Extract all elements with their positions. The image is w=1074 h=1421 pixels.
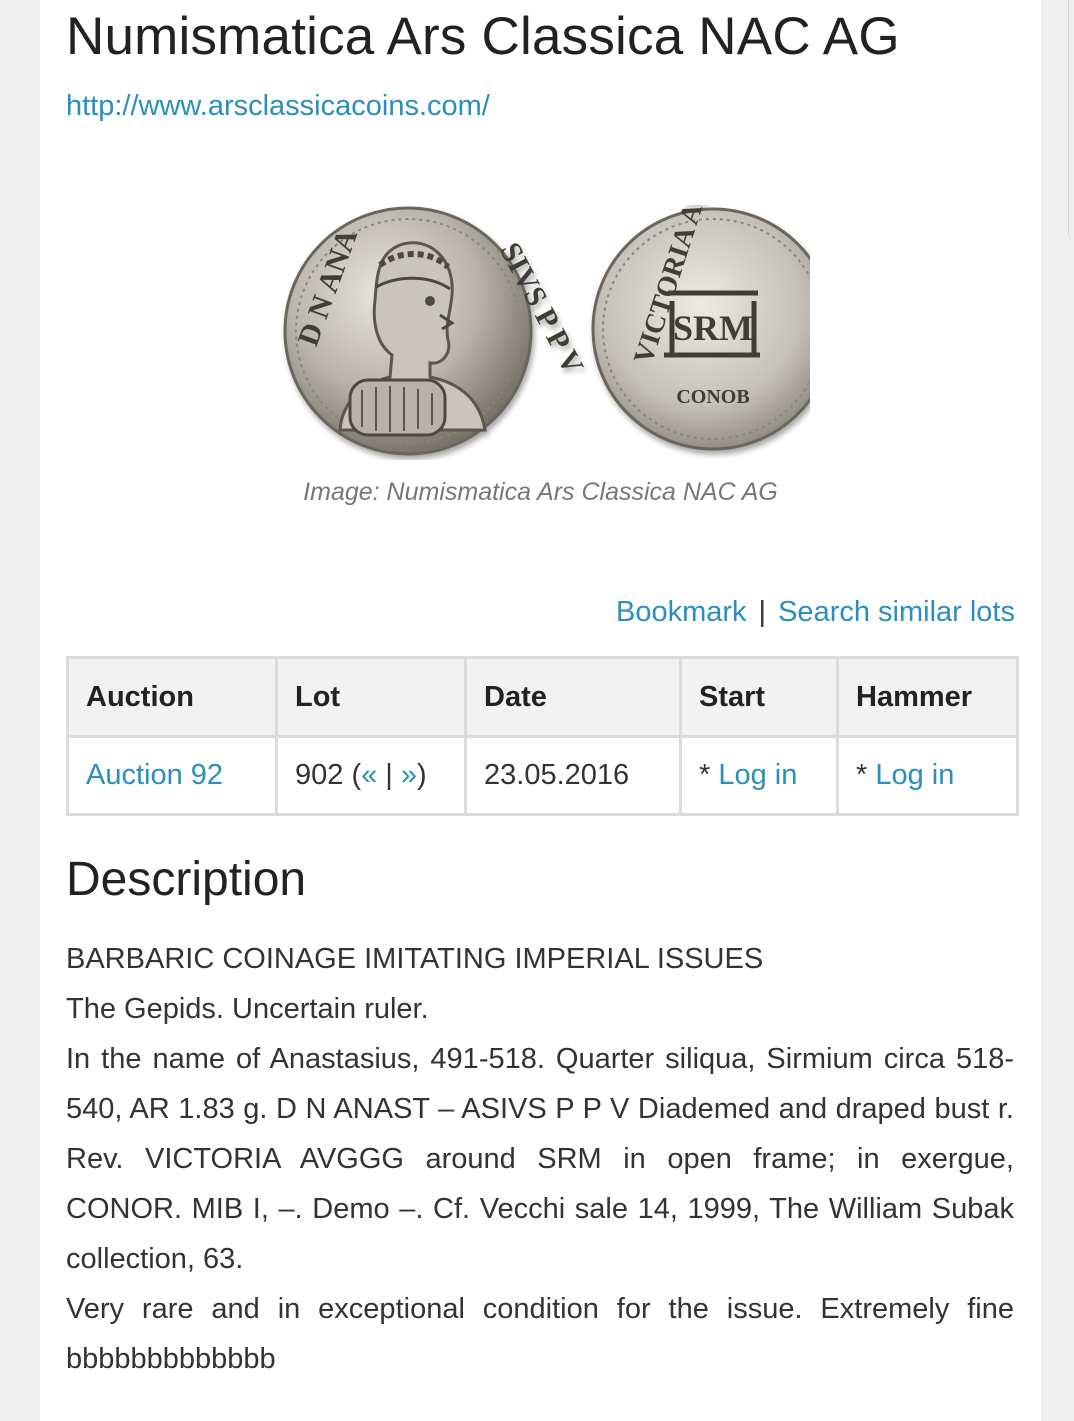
start-cell: * Log in bbox=[679, 735, 839, 816]
page-title: Numismatica Ars Classica NAC AG bbox=[66, 7, 900, 66]
hammer-login-link[interactable]: Log in bbox=[875, 759, 954, 791]
bookmark-link[interactable]: Bookmark bbox=[616, 596, 747, 628]
description-line: In the name of Anastasius, 491-518. Quar… bbox=[66, 1043, 1014, 1275]
coin-photo: D N ANA SIVS P P V SRM CONOB VICTORIA AV… bbox=[283, 121, 835, 456]
table-header-row: Auction Lot Date Start Hammer bbox=[66, 656, 1019, 738]
svg-text:CONOB: CONOB bbox=[676, 386, 749, 408]
lot-actions: Bookmark | Search similar lots bbox=[616, 596, 1015, 629]
column-header-lot: Lot bbox=[275, 656, 467, 738]
search-similar-lots-link[interactable]: Search similar lots bbox=[778, 596, 1015, 628]
coin-reverse: SRM CONOB VICTORIA AVGGG bbox=[591, 121, 835, 451]
image-caption: Image: Numismatica Ars Classica NAC AG bbox=[303, 478, 778, 506]
description-heading: Description bbox=[66, 853, 307, 906]
column-header-hammer: Hammer bbox=[836, 656, 1019, 738]
auction-link[interactable]: Auction 92 bbox=[86, 759, 223, 791]
description-line: The Gepids. Uncertain ruler. bbox=[66, 993, 429, 1025]
description-text: BARBARIC COINAGE IMITATING IMPERIAL ISSU… bbox=[66, 934, 1014, 1384]
hammer-prefix: * bbox=[856, 759, 876, 791]
column-header-date: Date bbox=[464, 656, 682, 738]
page-content: Numismatica Ars Classica NAC AG http://w… bbox=[40, 0, 1041, 1421]
start-login-link[interactable]: Log in bbox=[718, 759, 797, 791]
next-lot-link[interactable]: » bbox=[401, 759, 417, 791]
lot-number: 902 ( bbox=[295, 759, 362, 791]
actions-separator: | bbox=[758, 596, 767, 628]
lot-nav-separator: | bbox=[377, 759, 401, 791]
previous-lot-link[interactable]: « bbox=[361, 759, 377, 791]
table-row: Auction 92 902 (« | ») 23.05.2016 * Log … bbox=[66, 735, 1019, 816]
hammer-cell: * Log in bbox=[836, 735, 1019, 816]
auction-cell: Auction 92 bbox=[66, 735, 278, 816]
description-line: BARBARIC COINAGE IMITATING IMPERIAL ISSU… bbox=[66, 943, 764, 975]
scroll-edge bbox=[1068, 0, 1074, 240]
coin-image[interactable]: D N ANA SIVS P P V SRM CONOB VICTORIA AV… bbox=[280, 121, 835, 460]
lot-info-table: Auction Lot Date Start Hammer Auction 92… bbox=[66, 656, 1019, 816]
description-line: Very rare and in exceptional condition f… bbox=[66, 1293, 1014, 1375]
auction-house-url-link[interactable]: http://www.arsclassicacoins.com/ bbox=[66, 90, 490, 123]
date-cell: 23.05.2016 bbox=[464, 735, 682, 816]
lot-close-paren: ) bbox=[417, 759, 427, 791]
column-header-start: Start bbox=[679, 656, 839, 738]
svg-text:SRM: SRM bbox=[673, 308, 753, 348]
column-header-auction: Auction bbox=[66, 656, 278, 738]
coin-obverse: D N ANA SIVS P P V bbox=[283, 206, 590, 456]
lot-cell: 902 (« | ») bbox=[275, 735, 467, 816]
start-prefix: * bbox=[699, 759, 719, 791]
